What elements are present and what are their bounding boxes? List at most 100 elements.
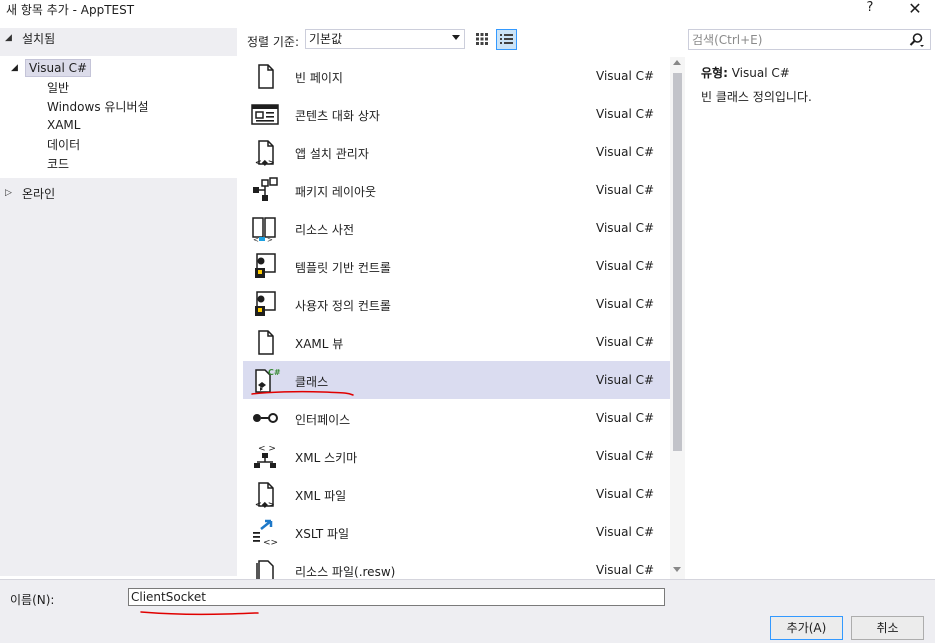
tree-item-windows-universal[interactable]: Windows 유니버설 [47, 97, 149, 115]
installed-label: 설치됨 [22, 31, 56, 46]
tree-item-visual-csharp[interactable]: ◢ Visual C# [11, 59, 92, 77]
item-name: 리소스 파일(.resw) [295, 565, 396, 579]
svg-text:< >: < > [258, 444, 276, 454]
type-label: 유형: [701, 66, 728, 80]
list-item[interactable]: 인터페이스 Visual C# [243, 399, 670, 437]
content-dialog-icon [249, 99, 281, 129]
item-language: Visual C# [596, 563, 655, 577]
item-language: Visual C# [596, 487, 655, 501]
item-language: Visual C# [596, 411, 655, 425]
installed-section[interactable]: ◢ 설치됨 [0, 28, 237, 48]
item-name: 콘텐츠 대화 상자 [295, 109, 380, 123]
online-label: 온라인 [22, 186, 56, 201]
list-item[interactable]: 콘텐츠 대화 상자 Visual C# [243, 95, 670, 133]
item-language: Visual C# [596, 69, 655, 83]
item-name: 빈 페이지 [295, 71, 343, 85]
item-name: 템플릿 기반 컨트롤 [295, 261, 391, 275]
list-item[interactable]: < > XML 스키마 Visual C# [243, 437, 670, 475]
grid-view-icon[interactable] [472, 29, 492, 49]
svg-text:<◆>: <◆> [255, 500, 275, 509]
list-scrollbar[interactable] [670, 57, 685, 579]
search-icon[interactable] [908, 32, 924, 48]
sort-dropdown[interactable]: 기본값 [305, 29, 465, 49]
list-item[interactable]: <◆> 앱 설치 관리자 Visual C# [243, 133, 670, 171]
blank-page-icon [249, 61, 281, 91]
scroll-up-arrow-icon[interactable] [673, 60, 681, 65]
expanded-arrow-icon[interactable]: ◢ [5, 33, 15, 43]
item-language: Visual C# [596, 335, 655, 349]
item-language: Visual C# [596, 107, 655, 121]
tree-item-code[interactable]: 코드 [47, 154, 69, 172]
close-button[interactable]: ✕ [905, 0, 925, 18]
sort-value: 기본값 [309, 32, 343, 46]
list-item[interactable]: < > 리소스 사전 Visual C# [243, 209, 670, 247]
name-label: 이름(N): [10, 593, 55, 607]
xml-schema-icon: < > [249, 441, 281, 471]
item-language: Visual C# [596, 297, 655, 311]
svg-text:>: > [267, 236, 273, 243]
item-name: XAML 뷰 [295, 337, 344, 351]
item-name: 사용자 정의 컨트롤 [295, 299, 391, 313]
resource-dictionary-icon: < > [249, 213, 281, 244]
add-button[interactable]: 추가(A) [770, 616, 843, 640]
detail-type: 유형: Visual C# [701, 64, 790, 81]
list-item[interactable]: 패키지 레이아웃 Visual C# [243, 171, 670, 209]
item-name: 앱 설치 관리자 [295, 147, 369, 161]
item-language: Visual C# [596, 373, 655, 387]
detail-description: 빈 클래스 정의입니다. [701, 90, 812, 104]
package-layout-icon [249, 175, 281, 205]
tree-root-label: Visual C# [25, 59, 92, 77]
user-control-icon [249, 289, 281, 319]
template-list: 빈 페이지 Visual C# 콘텐츠 대화 상자 Visual C# <◆> … [243, 57, 670, 579]
title-bar: 새 항목 추가 - AppTEST ? ✕ [0, 0, 935, 20]
item-language: Visual C# [596, 183, 655, 197]
search-box[interactable] [688, 29, 931, 50]
item-name: 패키지 레이아웃 [295, 185, 377, 199]
help-button[interactable]: ? [862, 0, 878, 18]
tree-item-general[interactable]: 일반 [47, 78, 69, 96]
collapsed-arrow-icon[interactable]: ▷ [5, 188, 15, 198]
scroll-down-arrow-icon[interactable] [673, 567, 681, 572]
sort-toolbar: 정렬 기준: 기본값 [243, 28, 680, 52]
svg-text:<: < [253, 236, 259, 243]
scroll-thumb[interactable] [673, 73, 682, 451]
chevron-down-icon [452, 35, 460, 40]
list-item[interactable]: <◆> XML 파일 Visual C# [243, 475, 670, 513]
svg-text:<◆>: <◆> [255, 158, 275, 167]
cancel-button[interactable]: 취소 [851, 616, 924, 640]
list-item[interactable]: 템플릿 기반 컨트롤 Visual C# [243, 247, 670, 285]
svg-text:<>: <> [263, 538, 278, 547]
list-item-selected[interactable]: C# 클래스 Visual C# [243, 361, 670, 399]
class-icon: C# [249, 365, 281, 395]
item-language: Visual C# [596, 449, 655, 463]
item-name: 클래스 [295, 375, 329, 389]
details-pane: 유형: Visual C# 빈 클래스 정의입니다. [689, 57, 933, 579]
window-title: 새 항목 추가 - AppTEST [6, 3, 135, 17]
item-name: XML 스키마 [295, 451, 358, 465]
item-name: 인터페이스 [295, 413, 351, 427]
list-item[interactable]: 리소스 파일(.resw) Visual C# [243, 551, 670, 579]
expanded-arrow-icon[interactable]: ◢ [11, 63, 25, 73]
item-name: 리소스 사전 [295, 223, 355, 237]
search-input[interactable] [692, 30, 902, 49]
sort-label: 정렬 기준: [247, 35, 300, 49]
list-item[interactable]: 빈 페이지 Visual C# [243, 57, 670, 95]
tree-item-data[interactable]: 데이터 [47, 135, 80, 153]
xml-file-icon: <◆> [249, 479, 281, 509]
svg-text:C#: C# [268, 368, 281, 377]
type-value: Visual C# [731, 66, 790, 80]
tree-item-xaml[interactable]: XAML [47, 116, 80, 134]
list-item[interactable]: XAML 뷰 Visual C# [243, 323, 670, 361]
category-tree: ◢ Visual C# 일반 Windows 유니버설 XAML 데이터 코드 [0, 56, 237, 178]
online-section[interactable]: ▷ 온라인 [0, 183, 237, 203]
list-item[interactable]: 사용자 정의 컨트롤 Visual C# [243, 285, 670, 323]
list-item[interactable]: <> XSLT 파일 Visual C# [243, 513, 670, 551]
resource-file-icon [249, 555, 281, 579]
app-installer-icon: <◆> [249, 137, 281, 167]
list-view-icon[interactable] [496, 29, 517, 50]
name-field[interactable] [128, 588, 665, 606]
interface-icon [249, 403, 281, 433]
item-language: Visual C# [596, 221, 655, 235]
templated-control-icon [249, 251, 281, 281]
item-language: Visual C# [596, 145, 655, 159]
